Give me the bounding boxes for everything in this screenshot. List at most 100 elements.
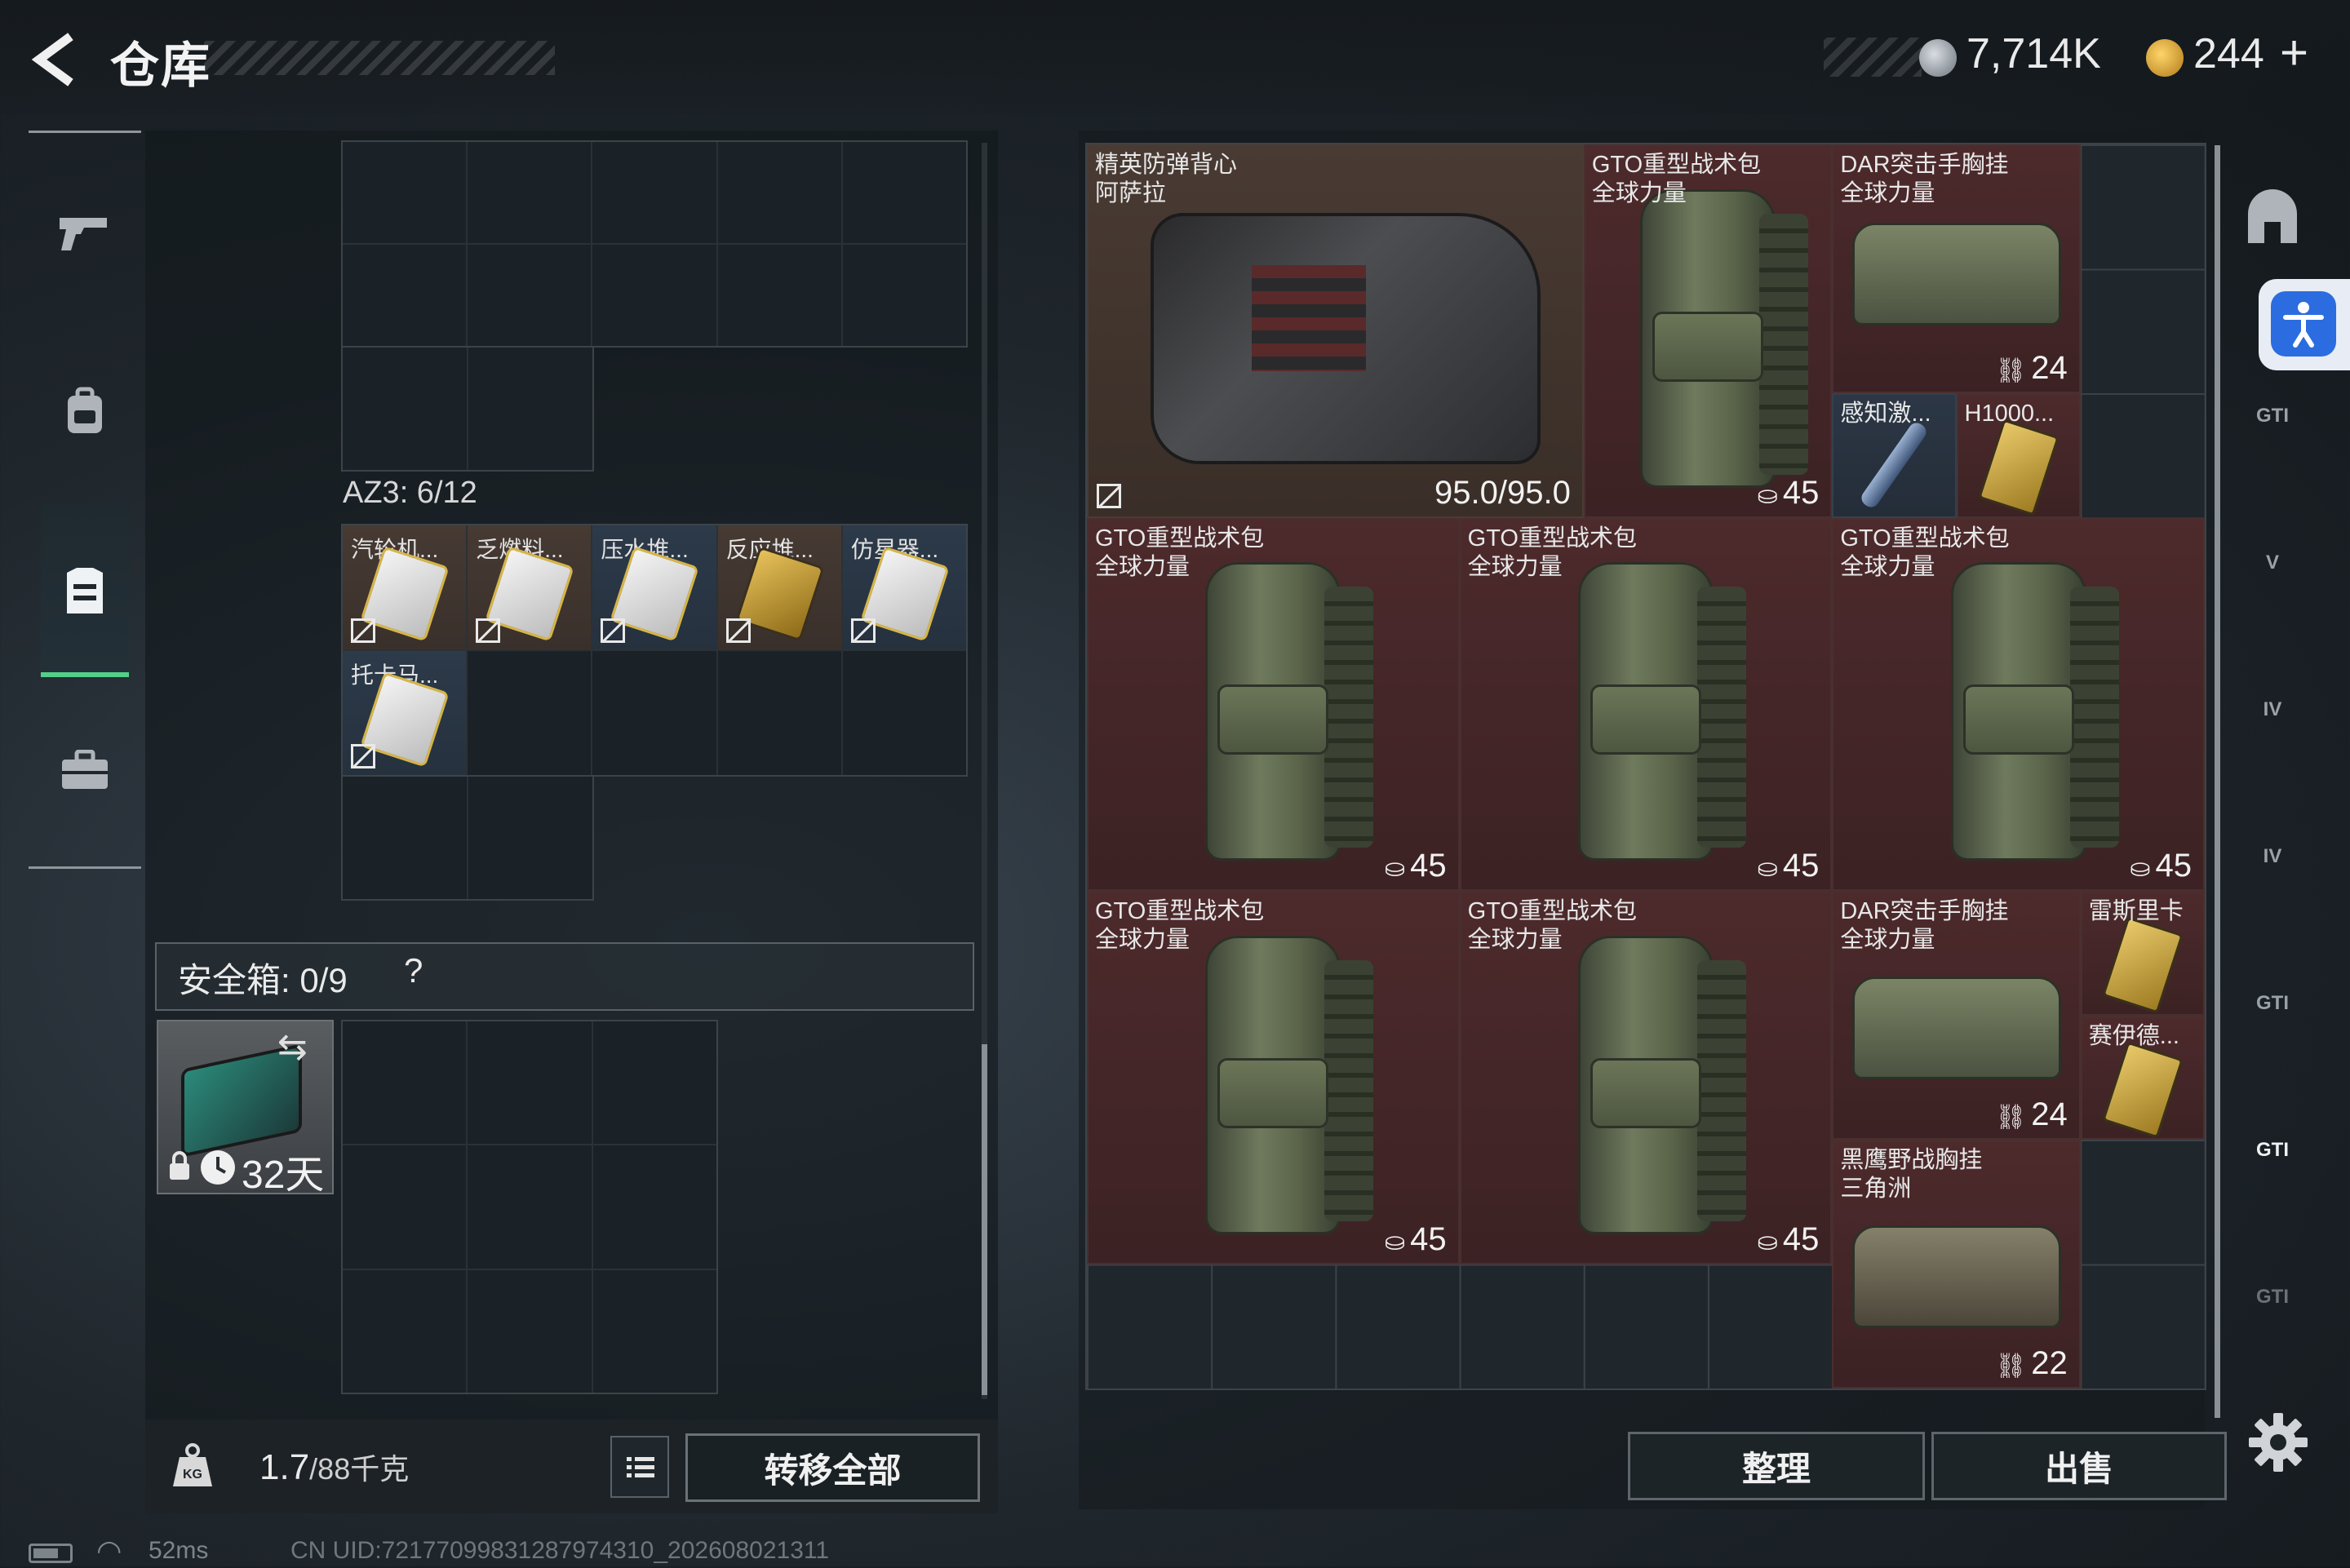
az3-item[interactable]: 压水堆... [592, 525, 716, 649]
grid-cell[interactable] [468, 1269, 592, 1393]
carry-weight-capacity: /88千克 [309, 1452, 410, 1486]
grid-cell[interactable] [343, 1269, 467, 1393]
safe-box-help-button[interactable]: ? [404, 951, 423, 990]
category-iv-folder[interactable]: IV [2232, 816, 2313, 897]
category-gti-tag[interactable]: GTI [2232, 963, 2313, 1044]
warehouse-item-vest[interactable]: 精英防弹背心 阿萨拉 95.0/95.0 [1087, 144, 1584, 518]
backpack-grid-upper [341, 140, 968, 348]
grid-cell[interactable] [842, 651, 966, 775]
grid-cell[interactable] [343, 1145, 467, 1269]
grid-cell[interactable] [343, 777, 467, 899]
category-iv-weapon[interactable]: IV [2232, 669, 2313, 751]
list-view-button[interactable] [610, 1436, 669, 1498]
grid-cell[interactable] [592, 1021, 716, 1145]
category-gti-weapon[interactable]: GTI [2232, 375, 2313, 457]
grid-cell[interactable] [468, 245, 592, 346]
grid-cell[interactable] [343, 348, 467, 470]
sort-button[interactable]: 整理 [1628, 1432, 1925, 1500]
grid-cell[interactable] [468, 142, 592, 243]
gti-gear-icon: GTI [2256, 1139, 2289, 1161]
clock-icon [201, 1150, 235, 1185]
warehouse-item-chest-rig[interactable]: DAR突击手胸挂 全球力量 ⛓ 24 [1832, 891, 2081, 1140]
warehouse-item-backpack[interactable]: GTO重型战术包 全球力量 ⛀ 45 [1087, 891, 1460, 1265]
grid-cell[interactable] [468, 348, 592, 470]
grid-cell[interactable] [717, 142, 841, 243]
category-armor[interactable] [2232, 178, 2313, 259]
warehouse-item-backpack[interactable]: GTO重型战术包 全球力量 ⛀ 45 [1583, 144, 1833, 518]
item-capacity: ⛓ 24 [1995, 350, 2068, 387]
back-arrow-icon[interactable] [24, 31, 82, 88]
no-insure-icon [725, 618, 751, 643]
inventory-scrollbar-thumb[interactable] [982, 1044, 987, 1395]
warehouse-item-chest-rig[interactable]: DAR突击手胸挂 全球力量 ⛓ 24 [1832, 144, 2081, 393]
backpack-capacity-icon: ⛀ [2130, 855, 2151, 882]
sell-button[interactable]: 出售 [1931, 1432, 2227, 1500]
warehouse-item-backpack[interactable]: GTO重型战术包 全球力量 ⛀ 45 [1832, 517, 2205, 891]
category-v-weapon[interactable]: V [2232, 522, 2313, 604]
item-image [1851, 1225, 2061, 1328]
grid-cell[interactable] [717, 651, 841, 775]
grid-cell[interactable] [343, 245, 467, 346]
warehouse-item-backpack[interactable]: GTO重型战术包 全球力量 ⛀ 45 [1087, 517, 1460, 891]
az3-item[interactable]: 仿星器... [842, 525, 966, 649]
grid-cell[interactable] [468, 1021, 592, 1145]
gold-coin-icon [2146, 39, 2184, 77]
grid-cell[interactable] [717, 245, 841, 346]
user-uid: CN UID:72177099831287974310_202608021311 [290, 1537, 830, 1564]
safe-box-grid [341, 1020, 718, 1394]
grid-cell[interactable] [592, 142, 716, 243]
no-insure-icon [351, 744, 375, 768]
item-capacity: ⛀ 45 [1758, 1221, 1820, 1258]
warehouse-item-keycard[interactable]: 赛伊德... [2080, 1015, 2205, 1140]
warehouse-item-sensor[interactable]: 感知激... [1832, 393, 1957, 518]
nav-divider [29, 131, 141, 133]
warehouse-item-chest-rig[interactable]: 黑鹰野战胸挂 三角洲 ⛓ 22 [1832, 1140, 2081, 1389]
no-insure-icon [850, 618, 876, 643]
grid-cell[interactable] [343, 1021, 467, 1145]
item-capacity: ⛀ 45 [1758, 848, 1820, 884]
grid-cell[interactable] [592, 245, 716, 346]
category-gti-misc[interactable]: GTI [2232, 1256, 2313, 1338]
transfer-all-button[interactable]: 转移全部 [685, 1433, 980, 1502]
item-name: 赛伊德... [2088, 1022, 2179, 1049]
item-name: 精英防弹背心 阿萨拉 [1095, 152, 1238, 206]
settings-gear-icon[interactable] [2246, 1410, 2311, 1475]
az3-item[interactable]: 汽轮机... [343, 525, 467, 649]
grid-cell[interactable] [343, 142, 467, 243]
category-gti-gear[interactable]: GTI [2232, 1110, 2313, 1191]
item-capacity-value: 45 [2155, 848, 2193, 884]
grid-cell[interactable] [468, 777, 592, 899]
grid-cell[interactable] [2081, 144, 2205, 518]
az3-item[interactable]: 乏燃料... [468, 525, 592, 649]
accessibility-icon [2271, 291, 2336, 357]
safe-box-days-remaining: 32天 [242, 1154, 325, 1197]
swap-icon[interactable]: ⇆ [277, 1026, 308, 1068]
az3-item[interactable]: 托卡马... [343, 651, 467, 775]
grid-cell[interactable] [592, 1145, 716, 1269]
az3-item[interactable]: 反应堆... [717, 525, 841, 649]
warehouse-item-keycard[interactable]: 雷斯里卡 [2080, 891, 2205, 1016]
grid-cell[interactable] [468, 651, 592, 775]
item-name: 雷斯里卡 [2088, 898, 2184, 924]
nav-backpack[interactable] [45, 371, 125, 451]
warehouse-item-backpack[interactable]: GTO重型战术包 全球力量 ⛀ 45 [1459, 517, 1833, 891]
backpack-grid-lower [341, 346, 594, 472]
nav-toolbox[interactable] [45, 730, 125, 810]
item-name: GTO重型战术包 全球力量 [1591, 152, 1762, 206]
iv-folder-icon: IV [2263, 845, 2282, 867]
nav-vest[interactable] [45, 551, 125, 631]
grid-cell[interactable] [842, 245, 966, 346]
backpack-capacity-icon: ⛀ [1757, 855, 1778, 882]
warehouse-scrollbar[interactable] [2215, 145, 2220, 1418]
grid-cell[interactable] [842, 142, 966, 243]
grid-cell[interactable] [468, 1145, 592, 1269]
add-currency-button[interactable]: + [2280, 24, 2308, 81]
item-capacity-value: 45 [1410, 848, 1447, 884]
grid-cell[interactable] [592, 651, 716, 775]
item-image [1150, 212, 1541, 464]
nav-weapons[interactable] [45, 193, 125, 272]
grid-cell[interactable] [592, 1269, 716, 1393]
warehouse-item-backpack[interactable]: GTO重型战术包 全球力量 ⛀ 45 [1459, 891, 1833, 1265]
item-capacity: ⛀ 45 [2130, 848, 2192, 884]
warehouse-item-keycard[interactable]: H1000... [1956, 393, 2081, 518]
